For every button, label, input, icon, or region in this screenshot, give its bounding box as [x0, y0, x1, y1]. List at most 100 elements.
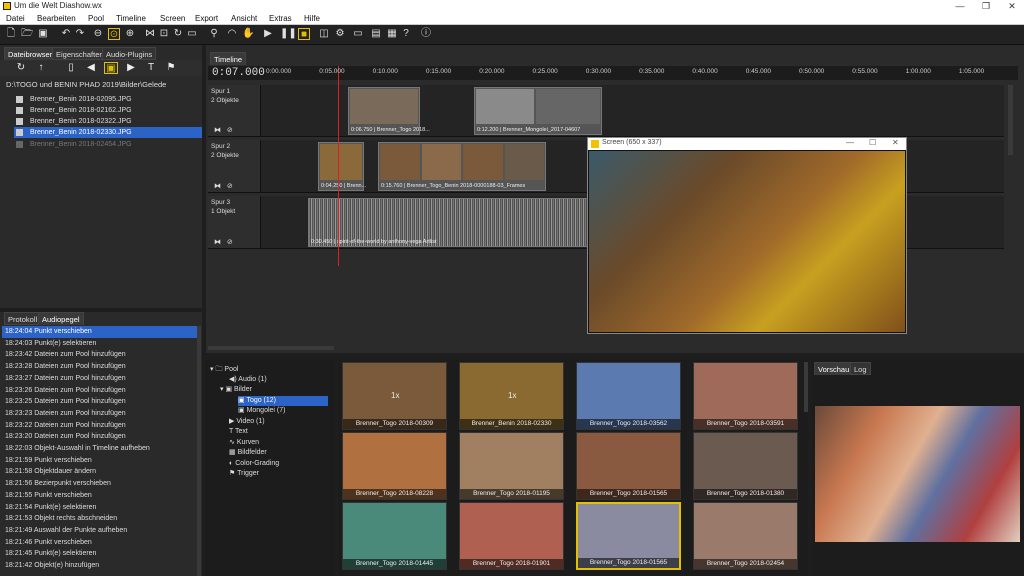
menu-ansicht[interactable]: Ansicht [231, 14, 257, 23]
history-row[interactable]: 18:23:27 Dateien zum Pool hinzufügen [2, 373, 197, 385]
pool-thumbnail[interactable]: Brenner_Togo 2018-01565 [576, 502, 681, 570]
info-icon[interactable]: ⓘ [420, 28, 432, 40]
history-row[interactable]: 18:23:42 Dateien zum Pool hinzufügen [2, 349, 197, 361]
mute-icon[interactable]: ⊘ [227, 127, 233, 134]
file-item[interactable]: Brenner_Benin 2018-02454.JPG [14, 139, 202, 150]
keyframe-icon[interactable]: ▭ [186, 28, 198, 40]
pool-item-color-grading[interactable]: ◐ Color-Grading [229, 459, 279, 469]
undo-icon[interactable]: ↶ [60, 28, 72, 40]
maximize-button[interactable]: ❐ [974, 0, 998, 12]
playhead[interactable] [338, 66, 339, 266]
pool-item-mongolei[interactable]: ▣ Mongolei (7) [238, 406, 285, 416]
tab-dateibrowser[interactable]: Dateibrowser [4, 47, 57, 60]
mute-icon[interactable]: ⊘ [227, 183, 233, 190]
magnet-icon[interactable]: ⚲ [208, 28, 220, 40]
menu-bearbeiten[interactable]: Bearbeiten [37, 14, 76, 23]
menu-hilfe[interactable]: Hilfe [304, 14, 320, 23]
file-item[interactable]: Brenner_Benin 2018-02162.JPG [14, 105, 202, 116]
hand-icon[interactable]: ✋ [242, 28, 254, 40]
menu-pool[interactable]: Pool [88, 14, 104, 23]
file-item[interactable]: Brenner_Benin 2018-02322.JPG [14, 116, 202, 127]
redo-icon[interactable]: ↷ [74, 28, 86, 40]
menu-extras[interactable]: Extras [269, 14, 292, 23]
pool-thumbnail[interactable]: Brenner_Togo 2018-08228 [342, 432, 447, 500]
history-row[interactable]: 18:24:04 Punkt verschieben [2, 326, 197, 338]
tab-timeline[interactable]: Timeline [210, 52, 247, 65]
menu-screen[interactable]: Screen [160, 14, 185, 23]
document-filter-icon[interactable]: ▯ [64, 62, 78, 74]
pool-item-audio[interactable]: ◀) Audio (1) [229, 375, 267, 385]
history-row[interactable]: 18:21:42 Objekt(e) hinzufügen [2, 560, 197, 572]
history-row[interactable]: 18:23:26 Dateien zum Pool hinzufügen [2, 385, 197, 397]
pool-item-bilder[interactable]: ▾ ▣ Bilder [220, 385, 252, 395]
history-row[interactable]: 18:21:45 Punkt(e) selektieren [2, 548, 197, 560]
pool-root[interactable]: ▾ 🗀 Pool [210, 365, 238, 375]
history-row[interactable]: 18:24:03 Punkt(e) selektieren [2, 338, 197, 350]
video-clip[interactable]: 0:15.760 | Brenner_Togo_Benin 2018-00001… [378, 142, 546, 191]
collapse-icon[interactable]: ⧓ [214, 239, 221, 246]
history-row[interactable]: 18:21:59 Punkt verschieben [2, 455, 197, 467]
stop-icon[interactable]: ■ [298, 28, 310, 40]
grid-icon[interactable]: ▦ [386, 28, 398, 40]
image-clip[interactable]: 0:06.750 | Brenner_Togo 2018... [348, 87, 430, 135]
screen-maximize-button[interactable]: ☐ [869, 138, 876, 147]
history-row[interactable]: 18:21:49 Auswahl der Punkte aufheben [2, 525, 197, 537]
tab-protokoll[interactable]: Protokoll [4, 312, 42, 325]
audio-clip[interactable]: 0:30.450 | spirit-of-the-world by anthon… [308, 198, 588, 247]
zoom-in-icon[interactable]: ⊕ [124, 28, 136, 40]
tab-audio-plugins[interactable]: Audio-Plugins [102, 47, 157, 60]
video-filter-icon[interactable]: ▶ [124, 62, 138, 74]
split-icon[interactable]: ⋈ [144, 28, 156, 40]
image-filter-icon[interactable]: ▣ [104, 62, 118, 74]
tab-eigenschaften[interactable]: Eigenschaften [52, 47, 108, 60]
pool-item-bildfelder[interactable]: ▦ Bildfelder [229, 448, 267, 458]
settings-icon[interactable]: ⚙ [334, 28, 346, 40]
tab-audiopegel[interactable]: Audiopegel [38, 312, 84, 325]
file-item[interactable]: Brenner_Benin 2018-02095.JPG [14, 94, 202, 105]
refresh-icon[interactable]: ↻ [14, 62, 28, 74]
trigger-filter-icon[interactable]: ⚑ [164, 62, 178, 74]
help-icon[interactable]: ? [400, 28, 412, 40]
screen-window[interactable]: Screen (650 x 337) — ☐ ✕ [587, 137, 907, 334]
history-row[interactable]: 18:23:22 Dateien zum Pool hinzufügen [2, 420, 197, 432]
mute-icon[interactable]: ⊘ [227, 239, 233, 246]
pool-item-text[interactable]: T Text [229, 427, 248, 437]
new-file-icon[interactable]: 🗋 [5, 28, 17, 40]
collapse-icon[interactable]: ⧓ [214, 183, 221, 190]
pool-thumbnail[interactable]: Brenner_Togo 2018-01380 [693, 432, 798, 500]
pool-item-togo[interactable]: ▣ Togo (12) [238, 396, 328, 406]
menu-export[interactable]: Export [195, 14, 218, 23]
history-row[interactable]: 18:21:56 Bezierpunkt verschieben [2, 478, 197, 490]
history-row[interactable]: 18:21:53 Objekt rechts abschneiden [2, 513, 197, 525]
history-row[interactable]: 18:21:54 Punkt(e) selektieren [2, 502, 197, 514]
pause-icon[interactable]: ❚❚ [280, 28, 297, 40]
text-filter-icon[interactable]: T [144, 62, 158, 74]
fade-icon[interactable]: ◠ [226, 28, 238, 40]
screen-minimize-button[interactable]: — [846, 138, 854, 147]
history-row[interactable]: 18:21:55 Punkt verschieben [2, 490, 197, 502]
pool-thumbnail[interactable]: 1x Brenner_Benin 2018-02330 [459, 362, 564, 430]
history-row[interactable]: 18:22:03 Objekt-Auswahl in Timeline aufh… [2, 443, 197, 455]
monitor-icon[interactable]: ▭ [352, 28, 364, 40]
zoom-out-icon[interactable]: ⊖ [92, 28, 104, 40]
audio-filter-icon[interactable]: ◀ [84, 62, 98, 74]
track-1[interactable]: Spur 1 2 Objekte ⧓ ⊘ 0:06.750 | Brenner_T… [208, 85, 1004, 137]
tab-log[interactable]: Log [850, 362, 871, 375]
pool-thumbnail[interactable]: Brenner_Togo 2018-02454 [693, 502, 798, 570]
pool-thumbnail[interactable]: Brenner_Togo 2018-01901 [459, 502, 564, 570]
pool-thumbnail[interactable]: Brenner_Togo 2018-01565 [576, 432, 681, 500]
pool-thumbnail[interactable]: Brenner_Togo 2018-03562 [576, 362, 681, 430]
history-scrollbar[interactable] [197, 326, 201, 576]
zoom-fit-icon[interactable]: ⊙ [108, 28, 120, 40]
menu-datei[interactable]: Datei [6, 14, 25, 23]
timeline-hscrollbar[interactable] [208, 346, 334, 350]
tab-vorschau[interactable]: Vorschau [814, 362, 854, 375]
pool-thumbnail[interactable]: 1x Brenner_Togo 2018-00309 [342, 362, 447, 430]
save-icon[interactable]: ▣ [37, 28, 49, 40]
menu-timeline[interactable]: Timeline [116, 14, 146, 23]
pool-thumbnail[interactable]: Brenner_Togo 2018-03591 [693, 362, 798, 430]
loop-icon[interactable]: ↻ [172, 28, 184, 40]
trim-icon[interactable]: ⊡ [158, 28, 170, 40]
open-file-icon[interactable]: 🗁 [21, 28, 33, 40]
image-clip[interactable]: 0:12.200 | Brenner_Mongolei_2017-04607 [474, 87, 602, 135]
